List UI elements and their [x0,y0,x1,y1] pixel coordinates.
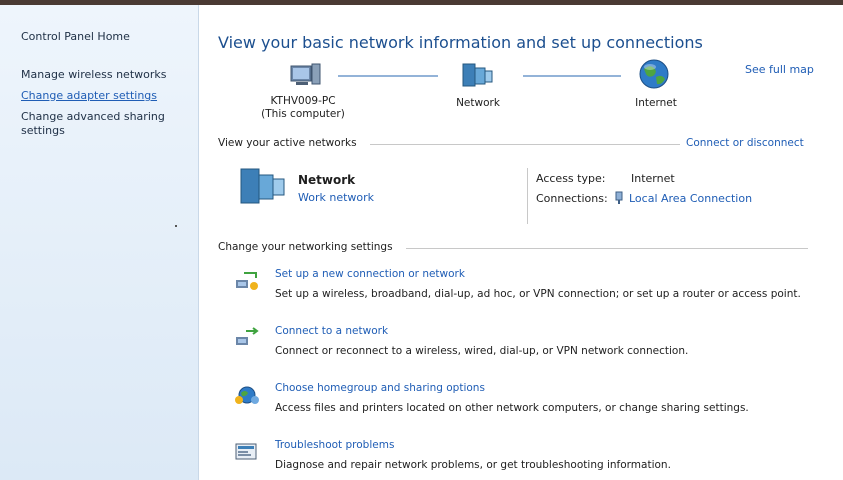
task-new-connection-desc: Set up a wireless, broadband, dial-up, a… [275,288,801,300]
sidebar-item-change-adapter[interactable]: Change adapter settings [21,89,157,102]
task-homegroup-title[interactable]: Choose homegroup and sharing options [275,382,485,394]
map-network-label: Network [456,97,500,109]
active-networks-divider [370,144,680,145]
sidebar-item-control-panel-home[interactable]: Control Panel Home [21,30,130,43]
computer-name: KTHV009-PC [270,95,336,107]
see-full-map-link[interactable]: See full map [745,63,814,76]
map-link-2 [523,75,621,77]
internet-globe-icon[interactable] [638,58,670,90]
network-icon[interactable] [460,61,496,89]
map-computer-label: KTHV009-PC (This computer) [253,95,353,121]
sidebar-item-advanced-sharing[interactable]: Change advanced sharing settings [21,110,181,138]
active-networks-separator [527,168,528,224]
active-network-name: Network [298,173,356,187]
task-new-connection-title[interactable]: Set up a new connection or network [275,268,465,280]
computer-icon[interactable] [288,60,322,90]
task-connect-network-desc: Connect or reconnect to a wireless, wire… [275,345,689,357]
cursor-dot [175,225,177,227]
task-troubleshoot-desc: Diagnose and repair network problems, or… [275,459,671,471]
page-title: View your basic network information and … [218,33,703,52]
sidebar-item-manage-wireless[interactable]: Manage wireless networks [21,68,166,81]
sidebar: Control Panel Home Manage wireless netwo… [0,5,199,480]
network-type-link[interactable]: Work network [298,191,374,204]
task-connect-network-title[interactable]: Connect to a network [275,325,388,337]
connect-or-disconnect-link[interactable]: Connect or disconnect [686,137,804,149]
computer-sub: (This computer) [261,108,345,120]
map-link-1 [338,75,438,77]
homegroup-icon[interactable] [234,384,260,406]
active-networks-heading: View your active networks [218,137,357,149]
local-area-connection-link[interactable]: Local Area Connection [629,192,752,205]
ethernet-plug-icon [615,191,623,204]
access-type-value: Internet [631,172,675,185]
networking-settings-heading: Change your networking settings [218,241,393,253]
settings-divider [406,248,808,249]
task-troubleshoot-title[interactable]: Troubleshoot problems [275,439,394,451]
active-network-icon [240,168,285,204]
main-content: View your basic network information and … [198,5,843,480]
map-internet-label: Internet [635,97,677,109]
connect-network-icon[interactable] [234,327,260,349]
access-type-label: Access type: [536,172,606,185]
new-connection-icon[interactable] [234,270,260,292]
connections-label: Connections: [536,192,608,205]
task-homegroup-desc: Access files and printers located on oth… [275,402,749,414]
troubleshoot-icon[interactable] [234,441,260,463]
